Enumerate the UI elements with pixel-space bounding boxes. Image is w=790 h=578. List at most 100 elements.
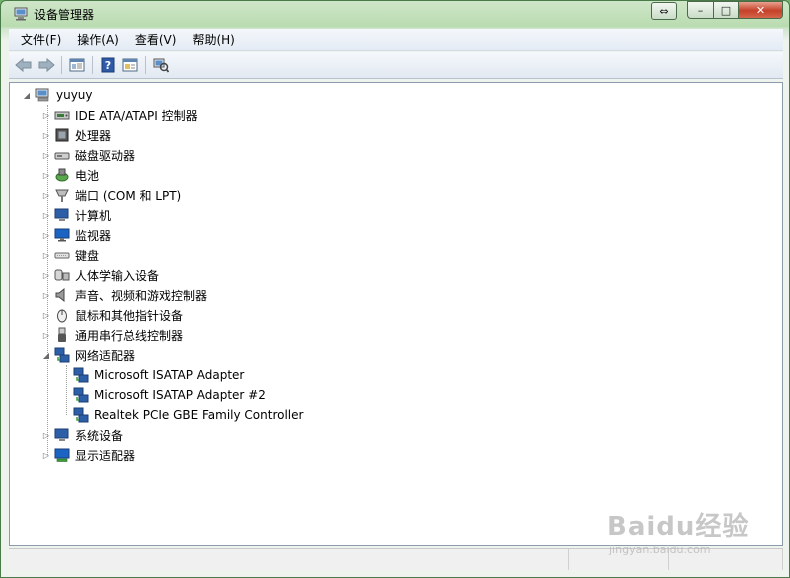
tree-node-computer[interactable]: ▷ 计算机 — [41, 205, 111, 225]
toolbar-separator — [145, 56, 146, 74]
tree-leaf-realtek[interactable]: Realtek PCIe GBE Family Controller — [70, 405, 303, 425]
expand-triangle-icon[interactable]: ▷ — [41, 310, 51, 320]
tree-node-label: IDE ATA/ATAPI 控制器 — [75, 108, 198, 123]
back-icon — [15, 57, 32, 73]
forward-button[interactable] — [35, 54, 57, 76]
toolbar: ? — [9, 52, 783, 79]
svg-text:?: ? — [105, 59, 111, 72]
menu-help[interactable]: 帮助(H) — [184, 31, 242, 48]
tree-node-label: 系统设备 — [75, 428, 124, 443]
expand-triangle-icon[interactable]: ▷ — [41, 290, 51, 300]
tree-leaf-isatap-2[interactable]: Microsoft ISATAP Adapter #2 — [70, 385, 266, 405]
tree-leaf-label: Microsoft ISATAP Adapter — [94, 368, 245, 382]
menu-view[interactable]: 查看(V) — [127, 31, 185, 48]
network-adapter-icon — [54, 347, 70, 363]
properties-icon — [122, 58, 138, 72]
processor-icon — [55, 128, 69, 142]
display-adapter-icon — [54, 448, 70, 462]
tree-node-hid[interactable]: ▷ 人体学输入设备 — [41, 265, 159, 285]
tree-node-keyboard[interactable]: ▷ 键盘 — [41, 245, 99, 265]
switch-window-button[interactable]: ⇔ — [651, 2, 677, 20]
tree-node-monitor[interactable]: ▷ 监视器 — [41, 225, 111, 245]
tree-leaf-isatap-1[interactable]: Microsoft ISATAP Adapter — [70, 365, 244, 385]
tree-node-usb[interactable]: ▷ 通用串行总线控制器 — [41, 325, 183, 345]
expand-triangle-icon[interactable]: ▷ — [41, 430, 51, 440]
toolbar-separator — [92, 56, 93, 74]
tree-node-label: 人体学输入设备 — [75, 268, 160, 283]
tree-leaf-label: Realtek PCIe GBE Family Controller — [94, 408, 304, 422]
tree-node-system[interactable]: ▷ 系统设备 — [41, 425, 123, 445]
window-title: 设备管理器 — [34, 7, 95, 22]
expand-triangle-icon[interactable]: ▷ — [41, 170, 51, 180]
tree-node-mouse[interactable]: ▷ 鼠标和其他指针设备 — [41, 305, 183, 325]
device-manager-window: 设备管理器 ⇔ – □ ✕ 文件(F) 操作(A) 查看(V) 帮助(H) ? … — [0, 0, 790, 578]
tree-node-display[interactable]: ▷ 显示适配器 — [41, 445, 135, 465]
mouse-icon — [57, 309, 67, 323]
minimize-icon: – — [697, 3, 704, 17]
maximize-button[interactable]: □ — [713, 1, 739, 19]
network-adapter-icon — [73, 407, 89, 423]
expand-triangle-icon[interactable]: ▷ — [41, 110, 51, 120]
maximize-icon: □ — [720, 3, 732, 17]
ide-controller-icon — [54, 111, 70, 120]
toolbar-separator — [61, 56, 62, 74]
menu-file[interactable]: 文件(F) — [13, 31, 69, 48]
menu-action[interactable]: 操作(A) — [69, 31, 127, 48]
usb-icon — [58, 327, 66, 342]
window-controls: ⇔ – □ ✕ — [651, 1, 783, 20]
minimize-button[interactable]: – — [687, 1, 713, 19]
expand-triangle-icon[interactable]: ▷ — [41, 250, 51, 260]
system-device-icon — [54, 428, 69, 441]
back-button[interactable] — [13, 54, 35, 76]
tree-node-label: 网络适配器 — [75, 348, 136, 363]
expand-triangle-icon[interactable]: ▷ — [41, 210, 51, 220]
scan-hardware-button[interactable] — [150, 54, 172, 76]
tree-node-label: 鼠标和其他指针设备 — [75, 308, 184, 323]
status-pane — [669, 549, 783, 570]
status-pane — [569, 549, 669, 570]
help-button[interactable]: ? — [97, 54, 119, 76]
close-icon: ✕ — [755, 3, 766, 17]
expand-triangle-icon[interactable]: ▷ — [41, 270, 51, 280]
device-manager-icon — [14, 7, 28, 21]
device-tree[interactable]: ◢ yuyuy ▷ IDE ATA/ATAPI 控制器 ▷ 处理器 ▷ 磁盘驱动… — [9, 82, 783, 546]
tree-node-battery[interactable]: ▷ 电池 — [41, 165, 99, 185]
tree-node-network[interactable]: ◢ 网络适配器 — [41, 345, 135, 365]
monitor-icon — [54, 228, 70, 242]
expand-triangle-icon[interactable]: ▷ — [41, 150, 51, 160]
scan-hardware-icon — [153, 58, 169, 73]
expand-triangle-icon[interactable]: ▷ — [41, 230, 51, 240]
expand-triangle-icon[interactable]: ▷ — [41, 190, 51, 200]
switch-icon: ⇔ — [659, 4, 669, 18]
forward-icon — [38, 57, 55, 73]
computer-icon — [35, 88, 49, 102]
tree-node-label: 计算机 — [75, 208, 112, 223]
help-icon: ? — [101, 57, 115, 73]
tree-leaf-label: Microsoft ISATAP Adapter #2 — [94, 388, 266, 402]
tree-node-ide[interactable]: ▷ IDE ATA/ATAPI 控制器 — [41, 105, 198, 125]
tree-node-label: 处理器 — [75, 128, 112, 143]
tree-root[interactable]: ◢ yuyuy — [22, 85, 93, 105]
tree-node-processor[interactable]: ▷ 处理器 — [41, 125, 111, 145]
battery-icon — [55, 168, 69, 182]
properties-button[interactable] — [119, 54, 141, 76]
expand-triangle-icon[interactable]: ▷ — [41, 130, 51, 140]
collapse-triangle-icon[interactable]: ◢ — [22, 90, 32, 100]
computer-icon — [54, 208, 69, 221]
speaker-icon — [55, 287, 65, 303]
tree-node-sound[interactable]: ▷ 声音、视频和游戏控制器 — [41, 285, 207, 305]
tree-node-label: 显示适配器 — [75, 448, 136, 463]
collapse-triangle-icon[interactable]: ◢ — [41, 350, 51, 360]
keyboard-icon — [54, 252, 70, 259]
tree-connector — [66, 365, 67, 415]
close-button[interactable]: ✕ — [739, 1, 783, 19]
status-pane — [9, 549, 569, 570]
tree-node-disk[interactable]: ▷ 磁盘驱动器 — [41, 145, 135, 165]
tree-node-label: 电池 — [75, 168, 100, 183]
tree-node-port[interactable]: ▷ 端口 (COM 和 LPT) — [41, 185, 181, 205]
expand-triangle-icon[interactable]: ▷ — [41, 330, 51, 340]
tree-node-label: 声音、视频和游戏控制器 — [75, 288, 208, 303]
expand-triangle-icon[interactable]: ▷ — [41, 450, 51, 460]
show-hide-console-tree-button[interactable] — [66, 54, 88, 76]
tree-root-label: yuyuy — [56, 88, 93, 102]
